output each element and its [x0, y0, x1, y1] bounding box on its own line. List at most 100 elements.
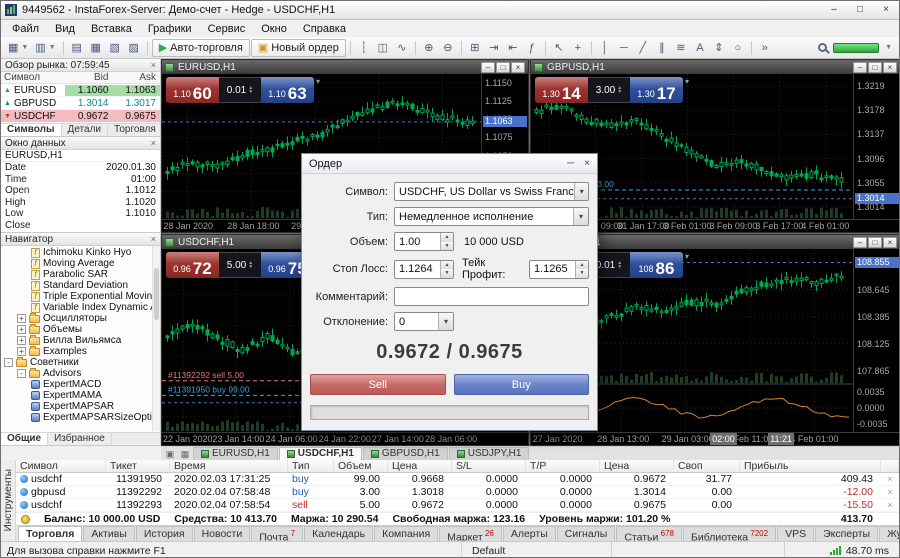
ocw-buy-button[interactable]: 1.3017: [630, 77, 683, 103]
navigator-tab-избранное[interactable]: Избранное: [48, 433, 112, 445]
navigator-item-2[interactable]: fParabolic SAR: [1, 269, 160, 280]
chart-shift-button[interactable]: ⇤: [504, 39, 522, 57]
price-scale[interactable]: 1.32191.31781.31371.30961.30551.30141.30…: [853, 74, 900, 219]
equidistant-channel-button[interactable]: ∥: [653, 39, 671, 57]
column-symbol[interactable]: Символ: [1, 72, 65, 83]
new-chart-button[interactable]: ▦▼: [5, 39, 31, 57]
column-header[interactable]: Прибыль: [740, 460, 881, 472]
autotrade-button[interactable]: ▶Авто-торговля: [152, 39, 250, 57]
cursor-button[interactable]: ↖: [550, 39, 568, 57]
toolbox-tab-история[interactable]: История: [136, 526, 193, 541]
dialog-close-icon[interactable]: ×: [584, 158, 590, 169]
chart-restore-icon[interactable]: □: [496, 62, 510, 73]
market-watch-row-gbpusd[interactable]: ▲GBPUSD 1.30141.3017: [1, 97, 160, 110]
new-order-button[interactable]: ▣Новый ордер: [251, 39, 346, 57]
chart-titlebar[interactable]: EURUSD,H1 –□×: [162, 60, 528, 74]
navigator-item-13[interactable]: ExpertMAMA: [1, 390, 160, 401]
chevron-down-icon[interactable]: ▼: [885, 44, 892, 51]
trend-line-button[interactable]: ╱: [634, 39, 652, 57]
dropdown-caret-icon[interactable]: ▾: [438, 313, 453, 330]
time-scale[interactable]: 27 Jan 202028 Jan 13:0029 Jan 03:003 Feb…: [531, 432, 900, 445]
profile-selector[interactable]: Default: [461, 542, 611, 558]
spinner-down-icon[interactable]: ▼: [441, 269, 453, 278]
chart-close-icon[interactable]: ×: [883, 237, 897, 248]
ocw-buy-button[interactable]: 10886: [630, 252, 683, 278]
menu-window[interactable]: Окно: [253, 22, 295, 36]
chart-close-icon[interactable]: ×: [883, 62, 897, 73]
spinner-down-icon[interactable]: ▼: [441, 242, 453, 251]
toolbox-tab-почта[interactable]: Почта 7: [251, 526, 303, 541]
spinner-down-icon[interactable]: ▼: [617, 265, 622, 269]
navigator-item-3[interactable]: fStandard Deviation: [1, 280, 160, 291]
column-bid[interactable]: Bid: [65, 72, 113, 83]
column-ask[interactable]: Ask: [112, 72, 160, 83]
stop-loss-stepper[interactable]: 1.1264 ▲▼: [394, 260, 454, 279]
chart-tab-eurusd-h1[interactable]: EURUSD,H1: [193, 447, 278, 460]
chart-close-icon[interactable]: ×: [511, 62, 525, 73]
column-header[interactable]: Своп: [674, 460, 740, 472]
title-bar[interactable]: 9449562 - InstaForex-Server: Демо-счет -…: [1, 1, 899, 20]
toolbox-tab-журнал[interactable]: Журнал: [879, 526, 900, 541]
market-watch-row-usdchf[interactable]: ▼USDCHF 0.96720.9675: [1, 110, 160, 123]
zoom-out-button[interactable]: ⊖: [439, 39, 457, 57]
buy-order-button[interactable]: Buy: [454, 374, 590, 395]
navigator-item-12[interactable]: ExpertMACD: [1, 379, 160, 390]
shapes-button[interactable]: ○: [729, 39, 747, 57]
chart-minimize-icon[interactable]: –: [853, 237, 867, 248]
toolbox-tab-vps[interactable]: VPS: [777, 526, 814, 541]
spinner-up-icon[interactable]: ▲: [441, 233, 453, 242]
chart-tab-usdjpy-h1[interactable]: USDJPY,H1: [449, 447, 530, 460]
expander-icon[interactable]: +: [17, 325, 26, 334]
chart-candles-button[interactable]: ◫: [374, 39, 392, 57]
ocw-settings-icon[interactable]: ▾: [685, 77, 689, 103]
navigator-tab-общие[interactable]: Общие: [1, 433, 48, 445]
ocw-sell-button[interactable]: 0.9672: [166, 252, 219, 278]
navigator-item-15[interactable]: ExpertMAPSARSizeOptim: [1, 412, 160, 423]
column-header[interactable]: Символ: [16, 460, 106, 472]
column-header[interactable]: Тип: [288, 460, 334, 472]
toolbox-tab-маркет[interactable]: Маркет 26: [439, 526, 502, 541]
spinner-up-icon[interactable]: ▲: [441, 261, 453, 270]
minimize-icon[interactable]: –: [821, 1, 847, 19]
ocw-buy-button[interactable]: 1.1063: [261, 77, 314, 103]
menu-file[interactable]: Файл: [4, 22, 47, 36]
connection-status[interactable]: 48.70 ms: [784, 542, 899, 558]
market-watch-button[interactable]: ▤: [68, 39, 86, 57]
menu-service[interactable]: Сервис: [200, 22, 254, 36]
profiles-button[interactable]: ▥▼: [32, 39, 58, 57]
panel-close-icon[interactable]: ×: [151, 138, 156, 148]
ocw-settings-icon[interactable]: ▾: [316, 77, 320, 103]
ocw-settings-icon[interactable]: ▾: [685, 252, 689, 278]
chart-restore-icon[interactable]: □: [868, 237, 882, 248]
price-scale[interactable]: 108.905108.645108.385108.125107.8650.003…: [853, 249, 900, 432]
expander-icon[interactable]: +: [17, 336, 26, 345]
more-tools-button[interactable]: »: [756, 39, 774, 57]
menu-view[interactable]: Вид: [47, 22, 83, 36]
column-header[interactable]: Цена: [600, 460, 674, 472]
market-watch-tab-торговля[interactable]: Торговля: [108, 124, 160, 136]
auto-scroll-button[interactable]: ⇥: [485, 39, 503, 57]
time-scale[interactable]: 22 Jan 202023 Jan 14:0024 Jan 06:0024 Ja…: [162, 432, 528, 445]
column-header[interactable]: T/P: [526, 460, 600, 472]
deviation-select[interactable]: 0 ▾: [394, 312, 454, 331]
cascade-windows-icon[interactable]: ▣: [163, 448, 177, 460]
arrows-button[interactable]: ⇕: [710, 39, 728, 57]
spinner-up-icon[interactable]: ▲: [576, 261, 588, 270]
spinner-down-icon[interactable]: ▼: [576, 269, 588, 278]
navigator-button[interactable]: ▧: [106, 39, 124, 57]
order-dialog-titlebar[interactable]: Ордер ─×: [302, 154, 597, 174]
chart-tab-usdchf-h1[interactable]: USDCHF,H1: [279, 447, 362, 460]
toolbox-tab-компания[interactable]: Компания: [374, 526, 438, 541]
ocw-volume-input[interactable]: 3.00▲▼: [588, 77, 630, 103]
toolbox-side-tab[interactable]: Инструменты: [1, 460, 16, 541]
chart-minimize-icon[interactable]: –: [853, 62, 867, 73]
navigator-item-5[interactable]: fVariable Index Dynamic A: [1, 302, 160, 313]
chart-minimize-icon[interactable]: –: [481, 62, 495, 73]
order-type-select[interactable]: Немедленное исполнение ▾: [394, 207, 589, 226]
column-header[interactable]: Объем: [334, 460, 388, 472]
scrollbar[interactable]: [152, 246, 160, 431]
vertical-line-button[interactable]: │: [596, 39, 614, 57]
chart-titlebar[interactable]: GBPUSD,H1 –□×: [531, 60, 900, 74]
menu-charts[interactable]: Графики: [140, 22, 200, 36]
tile-windows-button[interactable]: ⊞: [466, 39, 484, 57]
